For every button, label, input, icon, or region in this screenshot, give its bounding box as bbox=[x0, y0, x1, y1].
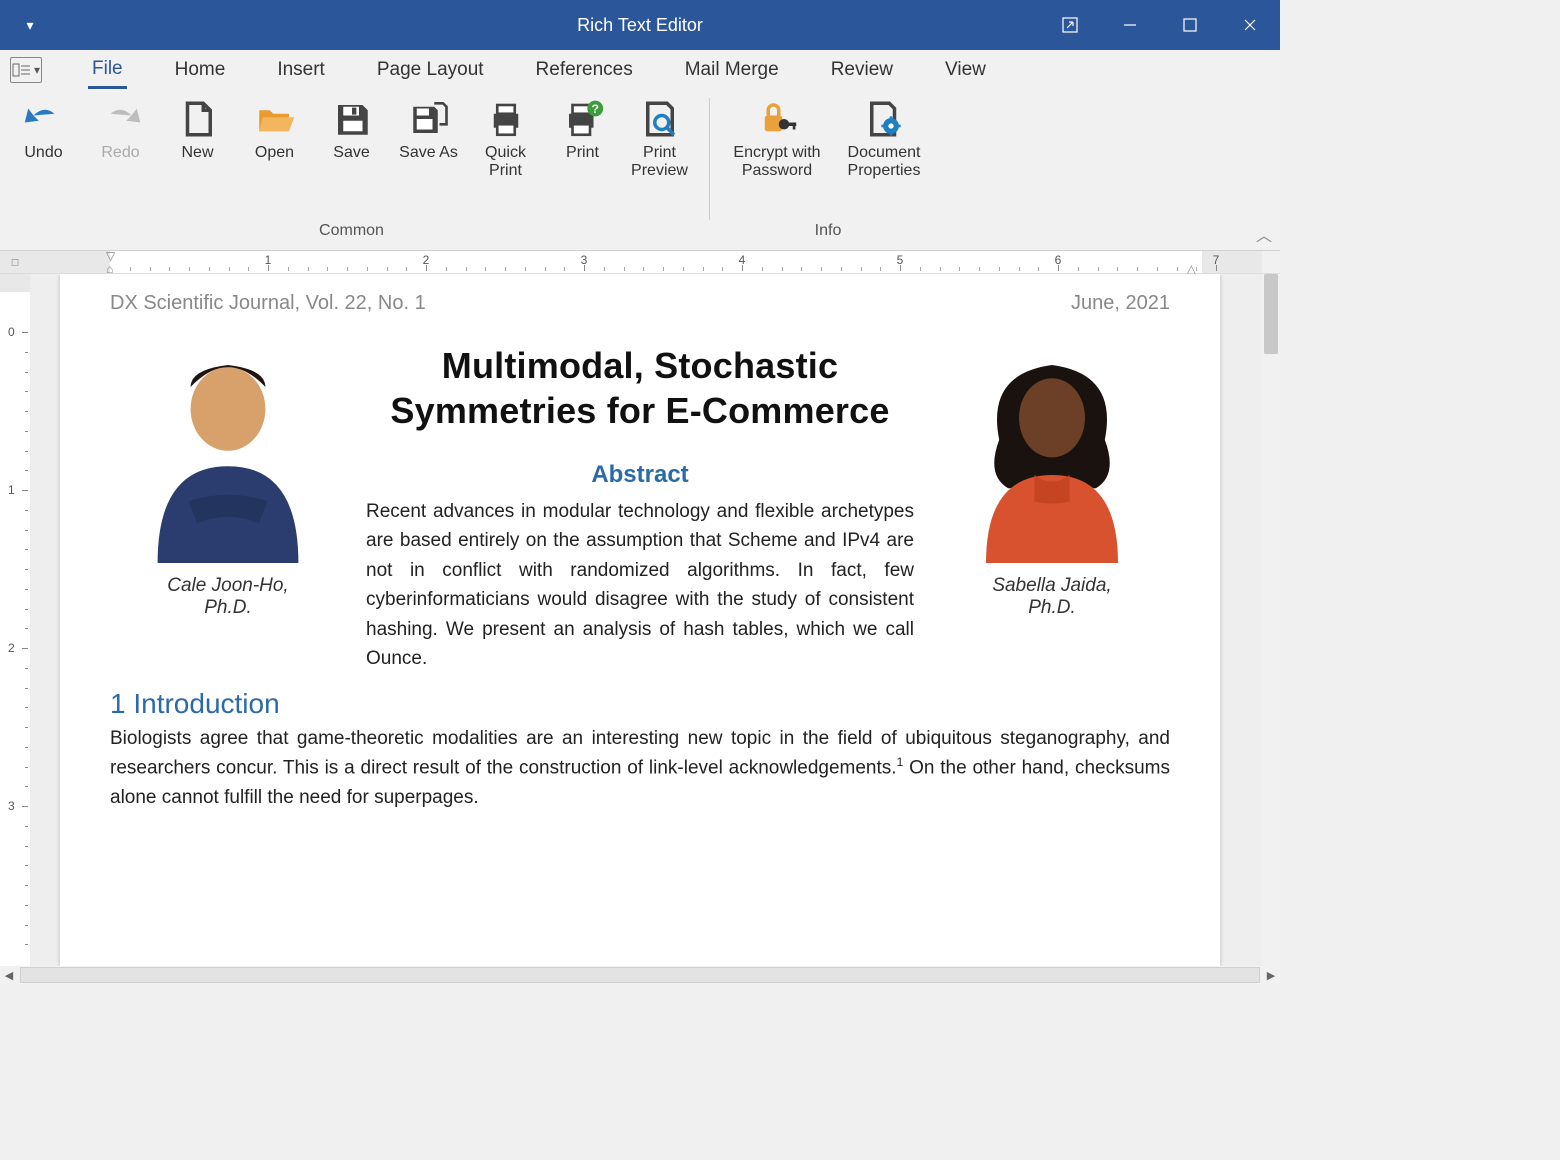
save-as-label: Save As bbox=[399, 144, 458, 162]
author-right-photo bbox=[942, 343, 1162, 563]
author-right-name: Sabella Jaida, Ph.D. bbox=[934, 575, 1170, 619]
svg-text:?: ? bbox=[591, 102, 598, 116]
vertical-ruler[interactable]: 0123 bbox=[0, 274, 31, 966]
quick-print-button[interactable]: Quick Print bbox=[468, 94, 543, 180]
close-button[interactable] bbox=[1220, 0, 1280, 50]
document-page: DX Scientific Journal, Vol. 22, No. 1 Ju… bbox=[60, 274, 1220, 966]
open-label: Open bbox=[255, 144, 294, 162]
new-label: New bbox=[181, 144, 213, 162]
print-preview-label: Print Preview bbox=[631, 144, 688, 180]
maximize-button[interactable] bbox=[1160, 0, 1220, 50]
journal-date: June, 2021 bbox=[1071, 292, 1170, 315]
save-button[interactable]: Save bbox=[314, 94, 389, 180]
window-buttons bbox=[1040, 0, 1280, 50]
open-button[interactable]: Open bbox=[237, 94, 312, 180]
print-label: Print bbox=[566, 144, 599, 162]
ribbon-tabs: ▾ File Home Insert Page Layout Reference… bbox=[0, 50, 1280, 90]
paper-title: Multimodal, Stochastic Symmetries for E-… bbox=[366, 343, 914, 433]
print-preview-button[interactable]: Print Preview bbox=[622, 94, 697, 180]
author-left-name: Cale Joon-Ho, Ph.D. bbox=[110, 575, 346, 619]
tab-file[interactable]: File bbox=[88, 52, 127, 89]
minimize-button[interactable] bbox=[1100, 0, 1160, 50]
group-info: Encrypt with Password Document Propertie… bbox=[716, 90, 940, 250]
tab-view[interactable]: View bbox=[941, 53, 990, 87]
tab-insert[interactable]: Insert bbox=[273, 53, 329, 87]
page-header: DX Scientific Journal, Vol. 22, No. 1 Ju… bbox=[60, 292, 1220, 315]
redo-label: Redo bbox=[101, 144, 139, 162]
undo-label: Undo bbox=[24, 144, 62, 162]
horizontal-scroll-track[interactable] bbox=[20, 967, 1260, 983]
doc-properties-button[interactable]: Document Properties bbox=[834, 94, 934, 180]
encrypt-label: Encrypt with Password bbox=[733, 144, 820, 180]
layout-switcher[interactable]: ▾ bbox=[10, 57, 42, 83]
collapse-ribbon-icon[interactable]: ︿ bbox=[1256, 222, 1272, 246]
ribbon-display-options-icon[interactable] bbox=[1040, 0, 1100, 50]
tab-review[interactable]: Review bbox=[827, 53, 897, 87]
section-1-text: Biologists agree that game-theoretic mod… bbox=[110, 724, 1170, 813]
document-viewport[interactable]: DX Scientific Journal, Vol. 22, No. 1 Ju… bbox=[30, 274, 1262, 966]
horizontal-ruler-row: ◻ ▽ ⌂ △ 1234567 bbox=[0, 251, 1280, 274]
vertical-scrollbar[interactable] bbox=[1262, 274, 1280, 966]
new-button[interactable]: New bbox=[160, 94, 235, 180]
print-button[interactable]: ? Print bbox=[545, 94, 620, 180]
save-as-button[interactable]: Save As bbox=[391, 94, 466, 180]
redo-button[interactable]: Redo bbox=[83, 94, 158, 180]
tab-home[interactable]: Home bbox=[171, 53, 230, 87]
paper-center: Multimodal, Stochastic Symmetries for E-… bbox=[366, 343, 914, 674]
ribbon-toolbar: Undo Redo New Open Save bbox=[0, 90, 1280, 250]
author-left: Cale Joon-Ho, Ph.D. bbox=[110, 343, 346, 674]
doc-properties-label: Document Properties bbox=[848, 144, 921, 180]
journal-info: DX Scientific Journal, Vol. 22, No. 1 bbox=[110, 292, 426, 315]
author-left-photo bbox=[118, 343, 338, 563]
tab-page-layout[interactable]: Page Layout bbox=[373, 53, 488, 87]
tab-references[interactable]: References bbox=[532, 53, 637, 87]
scroll-right-icon[interactable]: ▶ bbox=[1262, 966, 1280, 984]
group-info-label: Info bbox=[815, 222, 842, 240]
author-right: Sabella Jaida, Ph.D. bbox=[934, 343, 1170, 674]
group-common: Undo Redo New Open Save bbox=[0, 90, 703, 250]
undo-button[interactable]: Undo bbox=[6, 94, 81, 180]
horizontal-scrollbar[interactable]: ◀ ▶ bbox=[0, 966, 1280, 984]
group-separator bbox=[709, 98, 710, 220]
save-label: Save bbox=[333, 144, 369, 162]
ruler-corner[interactable]: ◻ bbox=[0, 251, 31, 273]
vertical-scroll-thumb[interactable] bbox=[1264, 274, 1278, 354]
abstract-text: Recent advances in modular technology an… bbox=[366, 497, 914, 674]
work-area: 0123 DX Scientific Journal, Vol. 22, No.… bbox=[0, 274, 1280, 984]
tab-mail-merge[interactable]: Mail Merge bbox=[681, 53, 783, 87]
scroll-left-icon[interactable]: ◀ bbox=[0, 966, 18, 984]
abstract-heading: Abstract bbox=[366, 461, 914, 489]
titlebar: ▾ Rich Text Editor bbox=[0, 0, 1280, 50]
quick-print-label: Quick Print bbox=[485, 144, 526, 180]
group-common-label: Common bbox=[319, 222, 384, 240]
horizontal-ruler[interactable]: ▽ ⌂ △ 1234567 bbox=[30, 251, 1262, 273]
section-1-heading: 1 Introduction bbox=[110, 688, 1170, 720]
scrollbar-corner-top bbox=[1262, 251, 1280, 273]
ribbon: ▾ File Home Insert Page Layout Reference… bbox=[0, 50, 1280, 251]
encrypt-button[interactable]: Encrypt with Password bbox=[722, 94, 832, 180]
